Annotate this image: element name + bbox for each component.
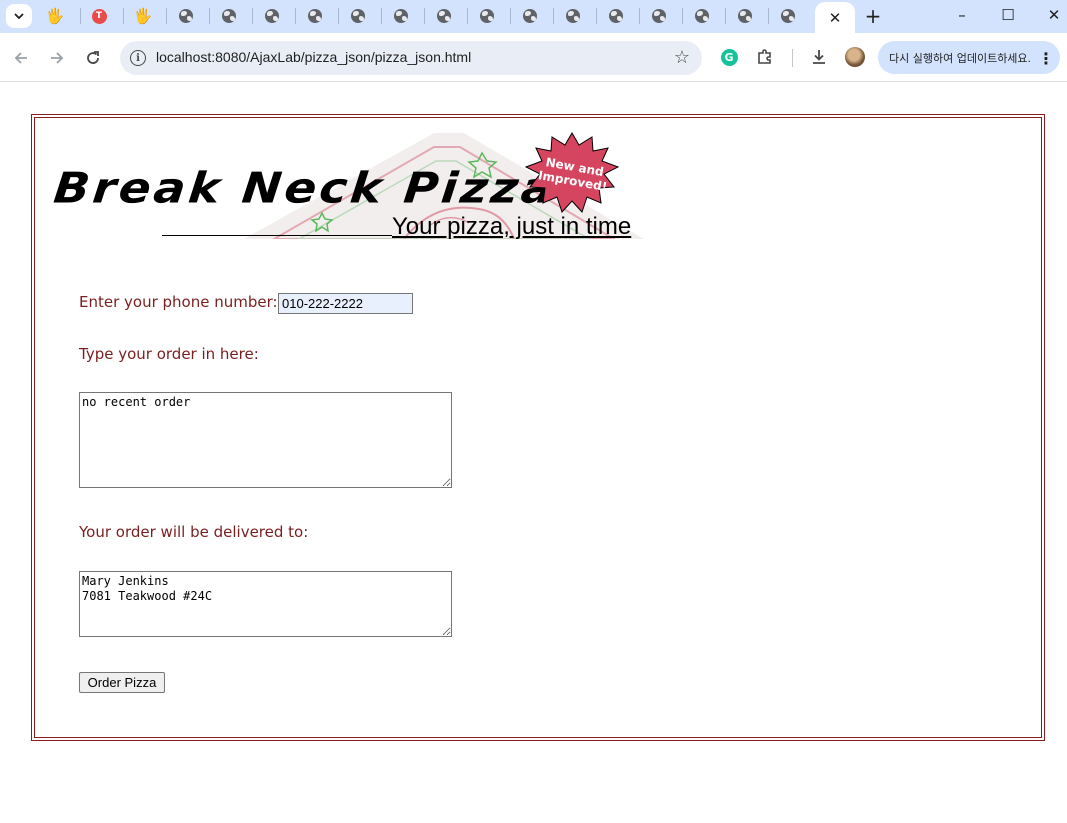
tagline-rule: [162, 235, 392, 236]
globe-icon: [179, 9, 193, 23]
tab-17[interactable]: [724, 4, 766, 28]
close-tab-icon[interactable]: ✕: [829, 9, 842, 27]
grammarly-extension[interactable]: G: [718, 46, 740, 68]
globe-icon: [695, 9, 709, 23]
update-button-label: 다시 실행하여 업데이트하세요.: [889, 51, 1032, 65]
extensions-button[interactable]: [754, 46, 776, 68]
globe-icon: [437, 9, 451, 23]
tab-9[interactable]: [380, 4, 422, 28]
tab-strip: 🖐 T 🖐 ✕ + – ☐ ✕: [0, 0, 1067, 33]
forward-button[interactable]: [45, 46, 69, 70]
order-label: Type your order in here:: [79, 345, 259, 363]
tab-3[interactable]: 🖐: [122, 4, 164, 28]
phone-label: Enter your phone number:: [79, 293, 278, 311]
new-improved-badge: New and Improved!: [524, 132, 620, 213]
globe-icon: [652, 9, 666, 23]
update-button[interactable]: 다시 실행하여 업데이트하세요. ⋮: [878, 41, 1060, 74]
back-button[interactable]: [9, 46, 33, 70]
globe-icon: [222, 9, 236, 23]
profile-avatar[interactable]: [845, 47, 865, 67]
globe-icon: [351, 9, 365, 23]
logo-text: Break Neck Pizza: [51, 163, 559, 214]
tab-6[interactable]: [251, 4, 293, 28]
tab-2[interactable]: T: [78, 4, 120, 28]
download-icon: [813, 50, 825, 64]
red-t-icon: T: [91, 8, 107, 24]
close-window-button[interactable]: ✕: [1031, 2, 1067, 28]
tab-15[interactable]: [638, 4, 680, 28]
more-menu-icon[interactable]: ⋮: [1038, 49, 1054, 68]
chevron-down-icon: [14, 13, 24, 20]
globe-icon: [781, 9, 795, 23]
globe-icon: [480, 9, 494, 23]
puzzle-icon: [758, 49, 771, 64]
tab-14[interactable]: [595, 4, 637, 28]
tab-16[interactable]: [681, 4, 723, 28]
address-textarea[interactable]: Mary Jenkins 7081 Teakwood #24C: [79, 571, 452, 637]
order-pizza-button[interactable]: Order Pizza: [79, 672, 165, 693]
reload-button[interactable]: [81, 46, 105, 70]
tagline: Your pizza, just in time: [392, 213, 632, 240]
url-text[interactable]: localhost:8080/AjaxLab/pizza_json/pizza_…: [156, 49, 471, 65]
tab-18[interactable]: [767, 4, 809, 28]
globe-icon: [308, 9, 322, 23]
globe-icon: [609, 9, 623, 23]
site-info-icon[interactable]: i: [130, 50, 146, 66]
tab-4[interactable]: [165, 4, 207, 28]
arrow-right-icon: [51, 52, 64, 64]
new-tab-button[interactable]: +: [862, 4, 884, 28]
globe-icon: [265, 9, 279, 23]
globe-icon: [566, 9, 580, 23]
tab-10[interactable]: [423, 4, 465, 28]
downloads-button[interactable]: [808, 46, 830, 68]
tab-11[interactable]: [466, 4, 508, 28]
bookmark-star-icon[interactable]: ☆: [674, 47, 690, 68]
minimize-button[interactable]: –: [939, 2, 985, 28]
reload-icon: [87, 51, 99, 64]
pizza-header: Break Neck Pizza New and Improved! Your …: [51, 131, 654, 243]
address-bar[interactable]: i localhost:8080/AjaxLab/pizza_json/pizz…: [120, 41, 702, 75]
globe-icon: [394, 9, 408, 23]
tab-5[interactable]: [208, 4, 250, 28]
tab-12[interactable]: [509, 4, 551, 28]
tab-1[interactable]: 🖐: [34, 4, 76, 28]
globe-icon: [738, 9, 752, 23]
tab-search-button[interactable]: [6, 4, 32, 28]
order-textarea[interactable]: no recent order: [79, 392, 452, 488]
phone-input[interactable]: [278, 293, 413, 314]
arrow-left-icon: [14, 52, 27, 64]
hand-icon: 🖐: [133, 6, 153, 25]
tab-8[interactable]: [337, 4, 379, 28]
maximize-button[interactable]: ☐: [985, 2, 1031, 28]
tab-13[interactable]: [552, 4, 594, 28]
tab-7[interactable]: [294, 4, 336, 28]
address-label: Your order will be delivered to:: [79, 523, 309, 541]
browser-toolbar: i localhost:8080/AjaxLab/pizza_json/pizz…: [0, 33, 1067, 82]
hand-icon: 🖐: [45, 6, 65, 25]
toolbar-separator: [792, 49, 793, 67]
globe-icon: [523, 9, 537, 23]
grammarly-icon: G: [720, 48, 738, 66]
active-tab[interactable]: ✕: [815, 2, 855, 33]
